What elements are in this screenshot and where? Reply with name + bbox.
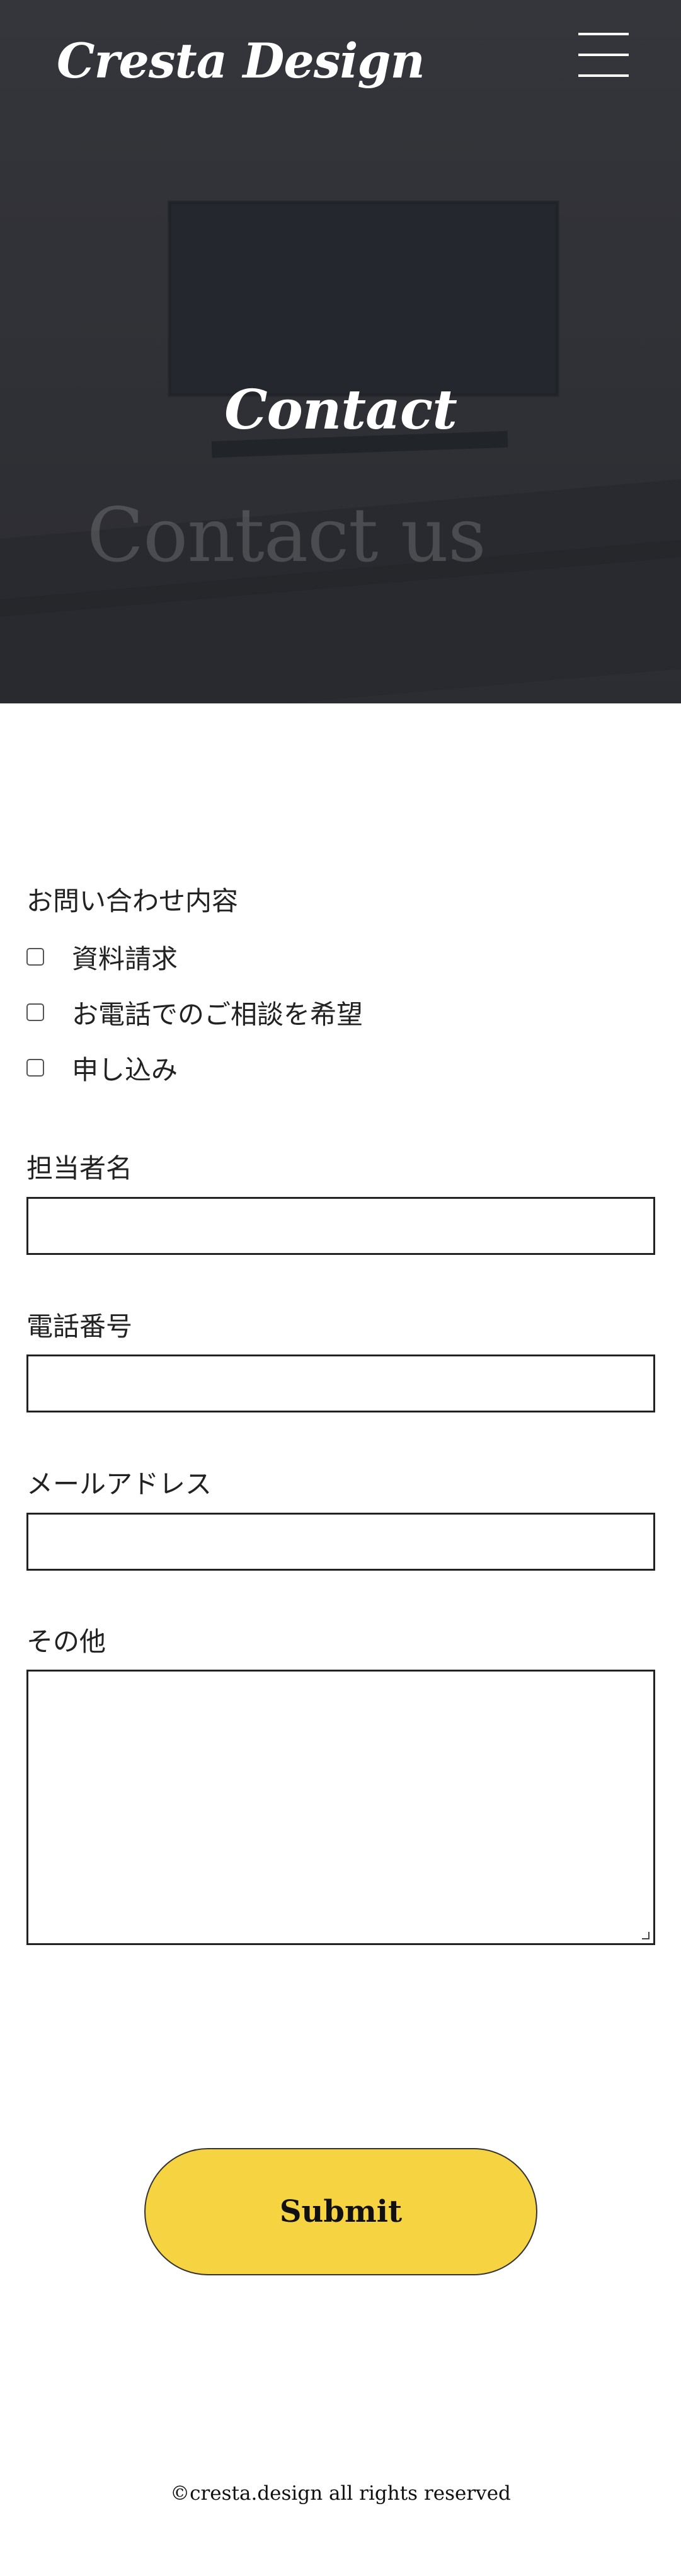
hero-section: Cresta Design Contact Contact us [0, 0, 681, 703]
resize-handle-icon[interactable] [642, 1932, 650, 1939]
hero-overlay [0, 0, 681, 703]
footer-copyright: ©cresta.design all rights reserved [170, 2482, 511, 2505]
menu-bar-middle [578, 54, 629, 56]
hamburger-menu-icon[interactable] [578, 32, 629, 78]
checkbox-box[interactable] [26, 1003, 44, 1021]
site-logo[interactable]: Cresta Design [57, 33, 425, 89]
phone-label: 電話番号 [26, 1311, 133, 1342]
checkbox-box[interactable] [26, 948, 44, 966]
contact-person-input[interactable] [26, 1197, 655, 1255]
email-label: メールアドレス [26, 1469, 212, 1499]
checkbox-label: お電話でのご相談を希望 [72, 998, 363, 1030]
checkbox-application[interactable]: 申し込み [26, 1049, 178, 1087]
submit-button[interactable]: Submit [144, 2148, 537, 2275]
checkbox-phone-consultation[interactable]: お電話でのご相談を希望 [26, 993, 363, 1031]
other-textarea[interactable] [26, 1670, 655, 1945]
checkbox-document-request[interactable]: 資料請求 [26, 938, 178, 976]
checkbox-label: 資料請求 [72, 943, 178, 974]
phone-input[interactable] [26, 1354, 655, 1412]
page-title: Contact [224, 378, 457, 442]
menu-bar-bottom [578, 74, 629, 77]
other-label: その他 [26, 1626, 106, 1657]
checkbox-box[interactable] [26, 1059, 44, 1077]
checkbox-label: 申し込み [72, 1054, 178, 1085]
menu-bar-top [578, 33, 629, 35]
inquiry-type-label: お問い合わせ内容 [26, 886, 239, 916]
page-subtitle: Contact us [87, 492, 486, 579]
email-input[interactable] [26, 1513, 655, 1571]
contact-person-label: 担当者名 [26, 1153, 133, 1184]
